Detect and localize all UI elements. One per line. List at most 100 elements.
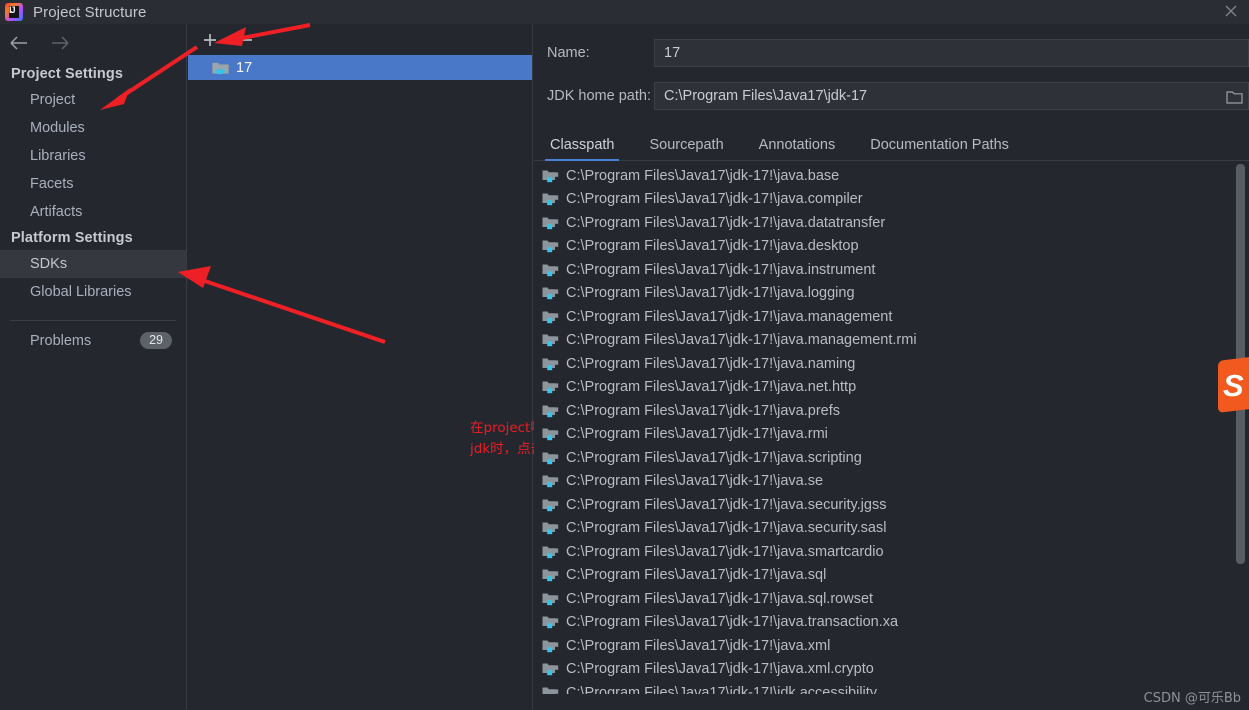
classpath-row[interactable]: C:\Program Files\Java17\jdk-17!\java.dat… (534, 211, 1249, 235)
ime-badge-label: S (1223, 367, 1244, 403)
module-folder-icon (542, 380, 559, 394)
classpath-row-label: C:\Program Files\Java17\jdk-17!\java.nam… (566, 355, 856, 372)
classpath-row-label: C:\Program Files\Java17\jdk-17!\java.se (566, 473, 824, 490)
sdk-list-item-label: 17 (236, 59, 253, 76)
classpath-row[interactable]: C:\Program Files\Java17\jdk-17!\java.com… (534, 188, 1249, 212)
module-folder-icon (542, 592, 559, 606)
classpath-row[interactable]: C:\Program Files\Java17\jdk-17!\java.rmi (534, 423, 1249, 447)
module-folder-icon (542, 404, 559, 418)
classpath-row-label: C:\Program Files\Java17\jdk-17!\java.ins… (566, 261, 876, 278)
group-title-project-settings: Project Settings (11, 66, 123, 82)
module-folder-icon (542, 686, 559, 694)
classpath-row[interactable]: C:\Program Files\Java17\jdk-17!\java.des… (534, 235, 1249, 259)
classpath-row[interactable]: C:\Program Files\Java17\jdk-17!\java.sec… (534, 493, 1249, 517)
module-folder-icon (542, 568, 559, 582)
module-folder-icon (542, 286, 559, 300)
tab-classpath[interactable]: Classpath (544, 137, 621, 161)
classpath-row[interactable]: C:\Program Files\Java17\jdk-17!\java.ins… (534, 258, 1249, 282)
tab-sourcepath[interactable]: Sourcepath (649, 137, 723, 160)
navigation-buttons (0, 24, 186, 62)
classpath-row-label: C:\Program Files\Java17\jdk-17!\java.man… (566, 332, 917, 349)
folder-browse-icon[interactable] (1226, 88, 1243, 104)
classpath-row[interactable]: C:\Program Files\Java17\jdk-17!\java.xml… (534, 658, 1249, 682)
sidebar-item-project[interactable]: Project (0, 86, 186, 114)
name-field-row: Name: 17 (534, 39, 1249, 67)
module-folder-icon (542, 615, 559, 629)
classpath-list[interactable]: C:\Program Files\Java17\jdk-17!\java.bas… (534, 161, 1249, 694)
classpath-row-label: C:\Program Files\Java17\jdk-17!\java.xml (566, 637, 831, 654)
module-folder-icon (542, 451, 559, 465)
classpath-row-label: C:\Program Files\Java17\jdk-17!\java.sec… (566, 520, 887, 537)
classpath-row[interactable]: C:\Program Files\Java17\jdk-17!\java.sec… (534, 517, 1249, 541)
remove-sdk-button[interactable] (236, 30, 256, 50)
module-folder-icon (542, 498, 559, 512)
classpath-row-label: C:\Program Files\Java17\jdk-17!\java.sec… (566, 496, 887, 513)
add-sdk-button[interactable] (200, 30, 220, 50)
project-structure-dialog: IJ Project Structure Project Settings Pr… (0, 0, 1249, 710)
classpath-row[interactable]: C:\Program Files\Java17\jdk-17!\java.scr… (534, 446, 1249, 470)
classpath-row[interactable]: C:\Program Files\Java17\jdk-17!\java.tra… (534, 611, 1249, 635)
classpath-row[interactable]: C:\Program Files\Java17\jdk-17!\java.bas… (534, 164, 1249, 188)
name-input[interactable]: 17 (654, 39, 1249, 67)
sidebar-item-artifacts[interactable]: Artifacts (0, 198, 186, 226)
jdk-folder-icon (212, 61, 229, 75)
sidebar-item-global-libraries[interactable]: Global Libraries (0, 278, 186, 306)
classpath-row-label: C:\Program Files\Java17\jdk-17!\java.scr… (566, 449, 862, 466)
platform-settings-group: Platform Settings SDKs Global Libraries (0, 226, 186, 306)
module-folder-icon (542, 357, 559, 371)
settings-sidebar: Project Settings Project Modules Librari… (0, 24, 187, 710)
classpath-row-label: C:\Program Files\Java17\jdk-17!\java.sql… (566, 590, 874, 607)
module-folder-icon (542, 263, 559, 277)
jdk-home-path-label: JDK home path: (547, 88, 651, 104)
classpath-row[interactable]: C:\Program Files\Java17\jdk-17!\java.pre… (534, 399, 1249, 423)
sidebar-item-modules[interactable]: Modules (0, 114, 186, 142)
classpath-row[interactable]: C:\Program Files\Java17\jdk-17!\java.xml (534, 634, 1249, 658)
classpath-row[interactable]: C:\Program Files\Java17\jdk-17!\java.se (534, 470, 1249, 494)
close-icon[interactable] (1223, 3, 1239, 19)
module-folder-icon (542, 427, 559, 441)
classpath-row[interactable]: C:\Program Files\Java17\jdk-17!\java.man… (534, 329, 1249, 353)
classpath-row-label: C:\Program Files\Java17\jdk-17!\java.rmi (566, 426, 828, 443)
module-folder-icon (542, 521, 559, 535)
module-folder-icon (542, 216, 559, 230)
classpath-row-label: C:\Program Files\Java17\jdk-17!\java.bas… (566, 167, 840, 184)
module-folder-icon (542, 239, 559, 253)
tab-documentation-paths[interactable]: Documentation Paths (870, 137, 1009, 160)
classpath-row[interactable]: C:\Program Files\Java17\jdk-17!\java.net… (534, 376, 1249, 400)
project-settings-group: Project Settings Project Modules Librari… (0, 62, 186, 226)
module-folder-icon (542, 474, 559, 488)
sidebar-item-sdks[interactable]: SDKs (0, 250, 186, 278)
forward-arrow-icon[interactable] (49, 32, 71, 54)
module-folder-icon (542, 545, 559, 559)
classpath-row[interactable]: C:\Program Files\Java17\jdk-17!\java.man… (534, 305, 1249, 329)
sidebar-item-facets[interactable]: Facets (0, 170, 186, 198)
sidebar-item-libraries[interactable]: Libraries (0, 142, 186, 170)
classpath-row[interactable]: C:\Program Files\Java17\jdk-17!\java.log… (534, 282, 1249, 306)
sidebar-item-problems[interactable]: Problems 29 (0, 321, 186, 349)
sdk-list-panel: 17 在project哪里看不到新配置的 jdk时，点击SDKS，新增一下即可 (188, 24, 675, 710)
classpath-row-label: C:\Program Files\Java17\jdk-17!\java.man… (566, 308, 893, 325)
classpath-row-label: C:\Program Files\Java17\jdk-17!\java.tra… (566, 614, 899, 631)
back-arrow-icon[interactable] (8, 32, 30, 54)
classpath-scrollbar[interactable] (1236, 161, 1245, 694)
sdk-list-item[interactable]: 17 (188, 55, 532, 80)
jdk-home-path-value: C:\Program Files\Java17\jdk-17 (664, 88, 868, 104)
module-folder-icon (542, 639, 559, 653)
module-folder-icon (542, 333, 559, 347)
intellij-idea-icon: IJ (5, 3, 23, 21)
module-folder-icon (542, 662, 559, 676)
classpath-row[interactable]: C:\Program Files\Java17\jdk-17!\jdk.acce… (534, 681, 1249, 694)
classpath-row[interactable]: C:\Program Files\Java17\jdk-17!\java.sql (534, 564, 1249, 588)
jdk-home-path-row: JDK home path: C:\Program Files\Java17\j… (534, 82, 1249, 110)
classpath-row-label: C:\Program Files\Java17\jdk-17!\java.des… (566, 238, 859, 255)
problems-count-badge: 29 (140, 332, 172, 349)
classpath-row[interactable]: C:\Program Files\Java17\jdk-17!\java.sma… (534, 540, 1249, 564)
classpath-row-label: C:\Program Files\Java17\jdk-17!\java.com… (566, 191, 863, 208)
classpath-row[interactable]: C:\Program Files\Java17\jdk-17!\java.nam… (534, 352, 1249, 376)
module-folder-icon (542, 310, 559, 324)
jdk-home-path-input[interactable]: C:\Program Files\Java17\jdk-17 (654, 82, 1249, 110)
classpath-row[interactable]: C:\Program Files\Java17\jdk-17!\java.sql… (534, 587, 1249, 611)
tab-annotations[interactable]: Annotations (759, 137, 836, 160)
group-title-platform-settings: Platform Settings (11, 230, 133, 246)
name-label: Name: (547, 45, 590, 61)
